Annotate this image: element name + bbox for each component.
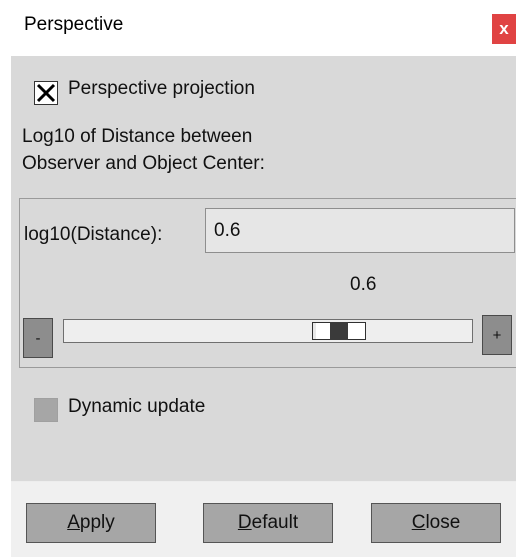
title-bar: Perspective x — [0, 0, 516, 56]
increase-button[interactable]: + — [482, 315, 512, 355]
dialog-body: Perspective projection Log10 of Distance… — [11, 56, 516, 557]
distance-input[interactable]: 0.6 — [205, 208, 515, 253]
apply-label-rest: pply — [79, 512, 115, 533]
decrease-button[interactable]: - — [23, 318, 53, 358]
thumb-highlight — [313, 323, 316, 339]
slider-value-label: 0.6 — [350, 274, 377, 295]
close-mnemonic: C — [411, 512, 426, 533]
close-button[interactable]: Close — [371, 503, 501, 543]
apply-button[interactable]: Apply — [26, 503, 156, 543]
slider-thumb[interactable] — [312, 322, 366, 340]
distance-slider[interactable] — [63, 319, 473, 343]
dynamic-update-label[interactable]: Dynamic update — [68, 396, 205, 418]
distance-label: log10(Distance): — [24, 224, 163, 245]
dynamic-update-checkbox[interactable] — [34, 398, 58, 422]
default-label-rest: efault — [251, 512, 299, 533]
checkmark-x-icon — [36, 83, 56, 103]
close-label-rest: lose — [425, 512, 461, 533]
window-title: Perspective — [24, 14, 124, 35]
thumb-grip-icon — [330, 322, 348, 340]
button-bar: Apply Default Close — [11, 482, 516, 557]
distance-info-line-1: Log10 of Distance between — [22, 126, 253, 147]
distance-group: log10(Distance): 0.6 0.6 - + — [19, 198, 516, 368]
perspective-projection-label[interactable]: Perspective projection — [68, 78, 255, 100]
perspective-projection-checkbox[interactable] — [34, 81, 58, 105]
distance-info-line-2: Observer and Object Center: — [22, 153, 265, 174]
apply-mnemonic: A — [67, 512, 80, 533]
default-mnemonic: D — [237, 512, 252, 533]
close-window-button[interactable]: x — [492, 14, 516, 44]
default-button[interactable]: Default — [203, 503, 333, 543]
